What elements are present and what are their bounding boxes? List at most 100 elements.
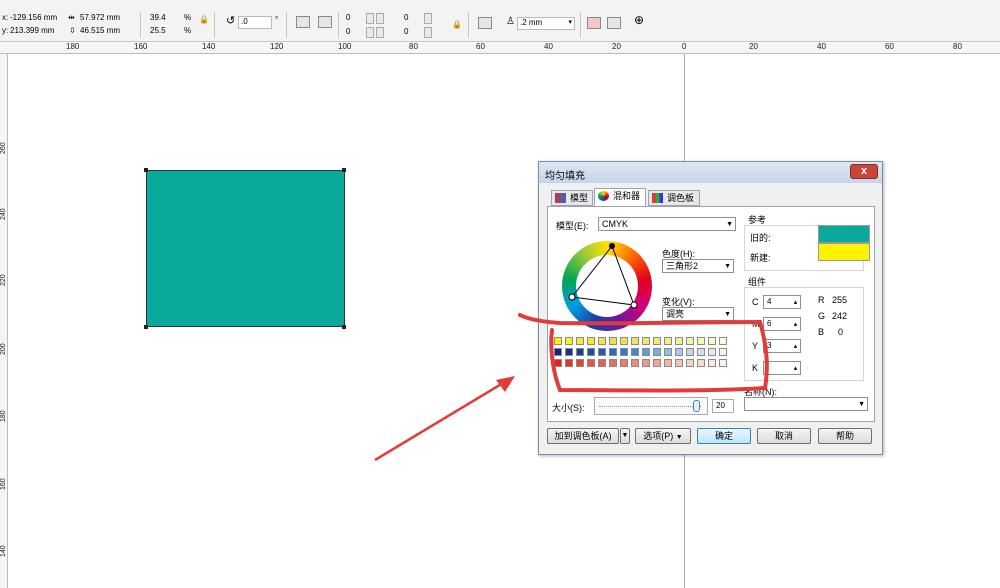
scale-x-field[interactable]: 39.4: [150, 13, 166, 22]
rotation-field[interactable]: .0: [238, 16, 272, 29]
color-swatch-cell[interactable]: [675, 337, 683, 345]
outline-width-select[interactable]: .2 mm ▾: [517, 17, 575, 30]
close-button[interactable]: x: [850, 164, 878, 179]
tab-palettes[interactable]: 调色板: [648, 190, 700, 206]
color-swatch-cell[interactable]: [719, 359, 727, 367]
spinner-icon[interactable]: ▴: [792, 341, 799, 351]
selection-handle[interactable]: [342, 325, 346, 329]
k-field[interactable]: ▴: [763, 361, 801, 375]
color-swatch-cell[interactable]: [587, 348, 595, 356]
spinner-icon[interactable]: ▴: [792, 363, 799, 373]
slider-thumb[interactable]: [693, 400, 700, 412]
color-swatch-cell[interactable]: [642, 359, 650, 367]
color-swatch-cell[interactable]: [653, 359, 661, 367]
convert-to-curves-icon[interactable]: ⊕: [634, 14, 644, 26]
selection-handle[interactable]: [144, 325, 148, 329]
size-slider[interactable]: [594, 397, 708, 415]
m-field[interactable]: 6 ▴: [763, 317, 801, 331]
hue-handle[interactable]: [609, 243, 615, 249]
corner-radius-tl[interactable]: 0: [346, 13, 350, 22]
color-swatch-cell[interactable]: [565, 348, 573, 356]
add-to-palette-button[interactable]: 加到调色板(A): [547, 428, 619, 444]
color-swatch-cell[interactable]: [664, 348, 672, 356]
scale-y-field[interactable]: 25.5: [150, 26, 166, 35]
color-swatch-cell[interactable]: [686, 337, 694, 345]
hue-handle[interactable]: [630, 301, 638, 309]
corner-radius-tr[interactable]: 0: [404, 13, 408, 22]
name-select[interactable]: ▼: [744, 397, 868, 411]
color-swatch-cell[interactable]: [609, 359, 617, 367]
color-swatch-cell[interactable]: [565, 337, 573, 345]
hue-handle[interactable]: [568, 293, 576, 301]
ok-button[interactable]: 确定: [697, 428, 751, 444]
color-swatch-cell[interactable]: [653, 348, 661, 356]
height-field[interactable]: 46.515 mm: [80, 26, 120, 35]
color-swatch-cell[interactable]: [697, 348, 705, 356]
to-front-icon[interactable]: [587, 17, 601, 29]
color-swatch-cell[interactable]: [598, 359, 606, 367]
color-swatch-cell[interactable]: [554, 348, 562, 356]
help-button[interactable]: 帮助: [818, 428, 872, 444]
spinner-icon[interactable]: ▴: [792, 297, 799, 307]
cancel-button[interactable]: 取消: [757, 428, 811, 444]
corner-spinner-5[interactable]: [424, 13, 432, 24]
spinner-icon[interactable]: ▴: [792, 319, 799, 329]
color-swatch-cell[interactable]: [686, 348, 694, 356]
color-swatch-cell[interactable]: [554, 359, 562, 367]
selection-handle[interactable]: [144, 168, 148, 172]
color-swatch-cell[interactable]: [598, 348, 606, 356]
color-swatch-cell[interactable]: [587, 359, 595, 367]
color-swatch-cell[interactable]: [708, 348, 716, 356]
corner-spinner-2[interactable]: [376, 13, 384, 24]
y-position-field[interactable]: 213.399 mm: [10, 26, 54, 35]
corner-radius-bl[interactable]: 0: [346, 27, 350, 36]
color-swatch-cell[interactable]: [675, 359, 683, 367]
color-swatch-cell[interactable]: [631, 337, 639, 345]
lock-corners-icon[interactable]: 🔒: [452, 20, 462, 29]
color-swatch-cell[interactable]: [620, 337, 628, 345]
color-swatch-cell[interactable]: [554, 337, 562, 345]
wrap-text-icon[interactable]: [478, 17, 492, 29]
color-swatch-cell[interactable]: [587, 337, 595, 345]
corner-spinner-4[interactable]: [376, 27, 384, 38]
color-swatch-cell[interactable]: [697, 337, 705, 345]
tab-models[interactable]: 模型: [551, 190, 593, 206]
color-swatch-cell[interactable]: [565, 359, 573, 367]
harmony-triangle[interactable]: [562, 241, 652, 331]
color-swatch-cell[interactable]: [631, 359, 639, 367]
mirror-horizontal-icon[interactable]: [296, 16, 310, 28]
color-swatch-cell[interactable]: [708, 359, 716, 367]
color-swatch-cell[interactable]: [576, 359, 584, 367]
options-button[interactable]: 选项(P) ▼: [635, 428, 691, 444]
color-swatch-cell[interactable]: [620, 359, 628, 367]
color-swatch-cell[interactable]: [653, 337, 661, 345]
size-field[interactable]: 20: [712, 399, 734, 413]
corner-radius-br[interactable]: 0: [404, 27, 408, 36]
corner-spinner-6[interactable]: [424, 27, 432, 38]
color-swatch-cell[interactable]: [664, 337, 672, 345]
color-swatch-cell[interactable]: [598, 337, 606, 345]
corner-spinner-1[interactable]: [366, 13, 374, 24]
color-swatch-cell[interactable]: [675, 348, 683, 356]
c-field[interactable]: 4 ▴: [763, 295, 801, 309]
corner-spinner-3[interactable]: [366, 27, 374, 38]
model-select[interactable]: CMYK ▼: [598, 217, 736, 231]
dialog-titlebar[interactable]: 均匀填充 x: [539, 162, 882, 183]
color-swatch-cell[interactable]: [719, 348, 727, 356]
variation-select[interactable]: 调亮 ▼: [662, 307, 734, 321]
width-field[interactable]: 57.972 mm: [80, 13, 120, 22]
color-swatch-cell[interactable]: [609, 337, 617, 345]
selection-handle[interactable]: [342, 168, 346, 172]
color-swatch-cell[interactable]: [642, 337, 650, 345]
color-swatch-cell[interactable]: [697, 359, 705, 367]
to-back-icon[interactable]: [607, 17, 621, 29]
teal-rectangle[interactable]: [146, 170, 345, 327]
add-palette-dropdown[interactable]: ▼: [620, 428, 630, 444]
color-swatch-cell[interactable]: [576, 337, 584, 345]
color-swatch-cell[interactable]: [664, 359, 672, 367]
hue-select[interactable]: 三角形2 ▼: [662, 259, 734, 273]
color-swatch-grid[interactable]: [554, 337, 734, 370]
color-swatch-cell[interactable]: [631, 348, 639, 356]
color-swatch-cell[interactable]: [576, 348, 584, 356]
y-field[interactable]: 3 ▴: [763, 339, 801, 353]
